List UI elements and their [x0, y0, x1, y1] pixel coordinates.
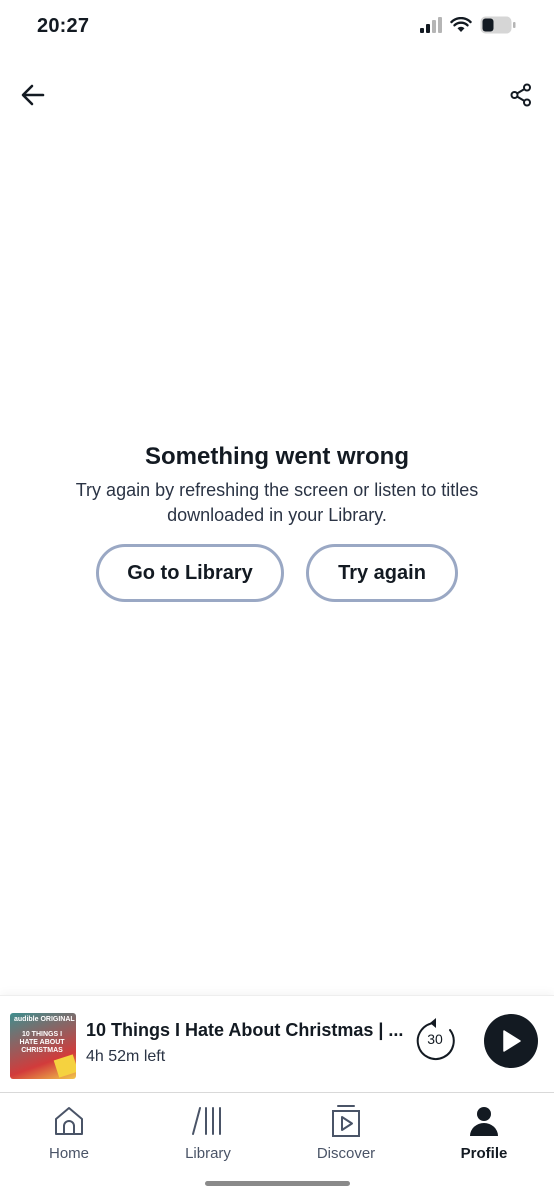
- tab-discover-label: Discover: [316, 1145, 376, 1162]
- status-icons: [420, 16, 516, 34]
- profile-icon: [470, 1107, 498, 1136]
- arrow-left-icon: [21, 84, 45, 106]
- error-title: Something went wrong: [145, 443, 409, 470]
- skip-back-button[interactable]: 30: [414, 1016, 458, 1062]
- tab-discover[interactable]: Discover: [296, 1103, 396, 1167]
- wifi-icon: [450, 17, 472, 32]
- error-panel: Something went wrong Try again by refres…: [0, 440, 554, 528]
- track-title[interactable]: 10 Things I Hate About Christmas | ...: [86, 1020, 403, 1041]
- mini-player[interactable]: audible ORIGINAL 10 THINGS I HATE ABOUT …: [0, 995, 554, 1092]
- share-icon: [510, 83, 531, 107]
- tab-library[interactable]: Library: [158, 1103, 258, 1167]
- library-icon: [192, 1107, 221, 1135]
- share-button[interactable]: [504, 78, 538, 112]
- home-icon: [55, 1107, 83, 1135]
- tab-profile[interactable]: Profile: [434, 1103, 534, 1167]
- skip-back-seconds: 30: [427, 1031, 443, 1047]
- header: [0, 70, 554, 118]
- tab-home[interactable]: Home: [19, 1103, 119, 1167]
- discover-icon: [332, 1105, 360, 1137]
- error-message: Try again by refreshing the screen or li…: [75, 480, 479, 525]
- cover-title: 10 THINGS I HATE ABOUT CHRISTMAS: [19, 1031, 65, 1054]
- error-actions: Go to Library Try again: [0, 544, 554, 602]
- battery-icon: [480, 16, 516, 34]
- cellular-signal-icon: [420, 17, 442, 33]
- time-left: 4h 52m left: [86, 1048, 166, 1065]
- home-indicator: [205, 1181, 350, 1186]
- cover-brand: audible ORIGINAL: [14, 1016, 75, 1023]
- tab-home-label: Home: [48, 1145, 89, 1162]
- cover-art[interactable]: audible ORIGINAL 10 THINGS I HATE ABOUT …: [10, 1013, 76, 1079]
- tab-profile-label: Profile: [460, 1145, 508, 1162]
- status-time: 20:27: [37, 15, 90, 37]
- tab-library-label: Library: [185, 1145, 231, 1162]
- status-bar: 20:27: [0, 0, 554, 56]
- go-to-library-button[interactable]: Go to Library: [96, 544, 284, 602]
- play-button[interactable]: [484, 1014, 538, 1068]
- cover-badge: [53, 1054, 76, 1078]
- back-button[interactable]: [16, 78, 50, 112]
- play-icon: [503, 1030, 521, 1052]
- try-again-button[interactable]: Try again: [306, 544, 458, 602]
